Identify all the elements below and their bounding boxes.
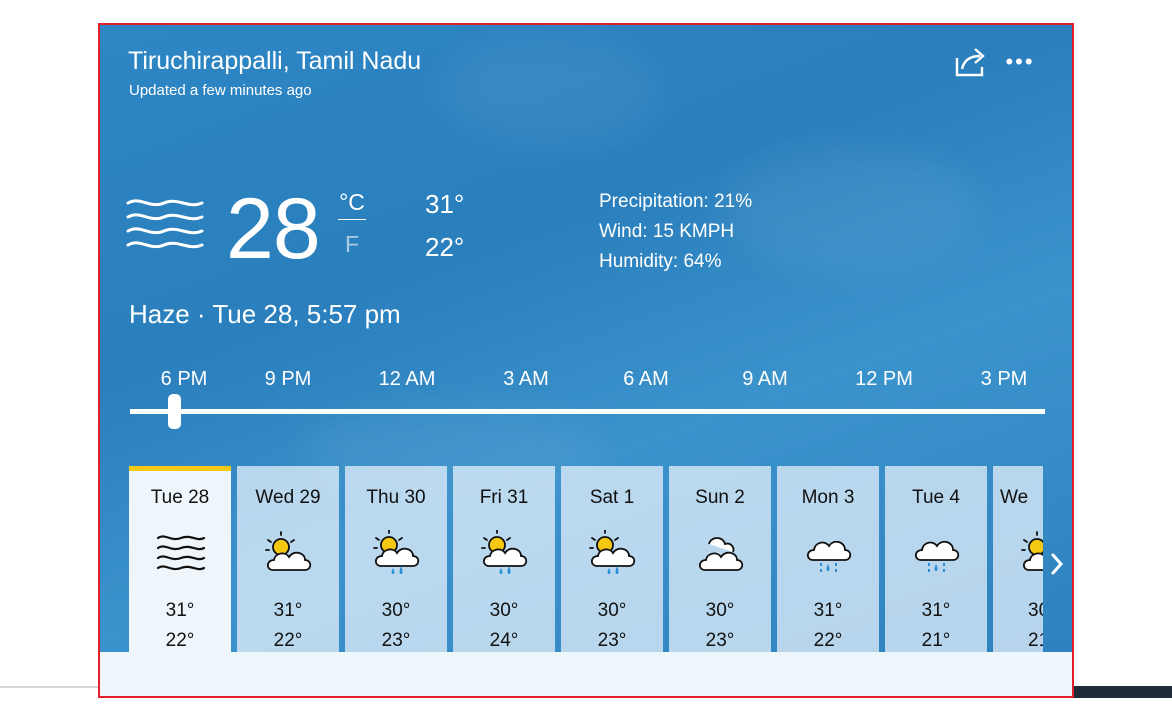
- day-name: Fri 31: [479, 487, 529, 508]
- current-temperature: 28: [226, 181, 321, 277]
- day-name: Sun 2: [695, 487, 745, 508]
- background-cloud: [720, 145, 980, 275]
- current-haze-icon: [126, 197, 204, 262]
- day-name: Tue 28: [150, 487, 210, 508]
- day-name: Sat 1: [589, 487, 635, 508]
- day-high: 30: [1028, 600, 1043, 621]
- more-options-button[interactable]: •••: [1000, 49, 1040, 77]
- weather-app-window: Tiruchirappalli, Tamil Nadu Updated a fe…: [98, 23, 1074, 698]
- hour-label[interactable]: 3 AM: [503, 368, 549, 391]
- hour-label[interactable]: 12 AM: [379, 368, 436, 391]
- day-low: 22°: [165, 630, 195, 651]
- bottom-panel: [100, 652, 1072, 696]
- day-low: 23°: [597, 630, 627, 651]
- hour-label[interactable]: 3 PM: [981, 368, 1028, 391]
- day-card-selected[interactable]: Tue 28 31° 22°: [129, 466, 231, 661]
- humidity-detail: Humidity: 64%: [599, 251, 722, 272]
- day-low: 22°: [813, 630, 843, 651]
- day-name: Thu 30: [366, 487, 426, 508]
- day-high: 31°: [813, 600, 843, 621]
- updated-status: Updated a few minutes ago: [129, 82, 312, 99]
- hour-label[interactable]: 9 AM: [742, 368, 788, 391]
- hour-label[interactable]: 6 PM: [161, 368, 208, 391]
- hour-label[interactable]: 9 PM: [265, 368, 312, 391]
- day-high: 30°: [381, 600, 411, 621]
- day-high: 31°: [273, 600, 303, 621]
- wind-detail: Wind: 15 KMPH: [599, 221, 735, 242]
- partly-sunny-icon: [263, 530, 315, 578]
- cloudy-icon: [695, 530, 747, 578]
- day-card[interactable]: Thu 30 30° 23°: [345, 466, 447, 661]
- day-name: Wed 29: [255, 487, 321, 508]
- rain-icon: [911, 530, 963, 578]
- sun-rain-icon: [587, 529, 639, 578]
- day-name: We: [1000, 487, 1029, 508]
- day-high: 31°: [921, 600, 951, 621]
- day-high: 30°: [597, 600, 627, 621]
- hourly-slider-thumb[interactable]: [168, 394, 181, 429]
- day-card[interactable]: Sun 2 30° 23°: [669, 466, 771, 661]
- ellipsis-icon: •••: [1005, 49, 1035, 74]
- next-days-button[interactable]: [1044, 547, 1072, 581]
- sun-rain-icon: [479, 529, 531, 578]
- share-icon: [955, 48, 985, 77]
- day-low: 21: [1028, 630, 1043, 651]
- rain-icon: [803, 530, 855, 578]
- today-low: 22°: [425, 232, 465, 262]
- today-high: 31°: [425, 189, 465, 219]
- day-low: 23°: [705, 630, 735, 651]
- sun-rain-icon: [371, 529, 423, 578]
- day-card[interactable]: Tue 4 31° 21°: [885, 466, 987, 661]
- day-name: Mon 3: [801, 487, 855, 508]
- day-high: 30°: [705, 600, 735, 621]
- unit-fahrenheit-toggle[interactable]: F: [338, 231, 366, 258]
- hour-label[interactable]: 12 PM: [855, 368, 913, 391]
- day-low: 22°: [273, 630, 303, 651]
- day-high: 30°: [489, 600, 519, 621]
- share-button[interactable]: [952, 45, 988, 79]
- location-title: Tiruchirappalli, Tamil Nadu: [128, 47, 422, 75]
- background-cloud: [440, 35, 660, 145]
- day-card[interactable]: Fri 31 30° 24°: [453, 466, 555, 661]
- condition-summary: Haze · Tue 28, 5:57 pm: [129, 299, 401, 329]
- haze-icon: [155, 530, 207, 578]
- day-name: Tue 4: [912, 487, 960, 508]
- hourly-slider-track[interactable]: [130, 409, 1045, 414]
- day-low: 23°: [381, 630, 411, 651]
- day-low: 24°: [489, 630, 519, 651]
- day-card[interactable]: Sat 1 30° 23°: [561, 466, 663, 661]
- day-card[interactable]: Mon 3 31° 22°: [777, 466, 879, 661]
- precipitation-detail: Precipitation: 21%: [599, 191, 753, 212]
- day-card[interactable]: Wed 29 31° 22°: [237, 466, 339, 661]
- hour-label[interactable]: 6 AM: [623, 368, 669, 391]
- unit-celsius-toggle[interactable]: °C: [338, 189, 366, 220]
- day-low: 21°: [921, 630, 951, 651]
- partly-sunny-icon: [1019, 530, 1043, 578]
- day-card-partial[interactable]: We 30 21: [993, 466, 1043, 661]
- chevron-right-icon: [1051, 553, 1064, 575]
- day-high: 31°: [165, 600, 195, 621]
